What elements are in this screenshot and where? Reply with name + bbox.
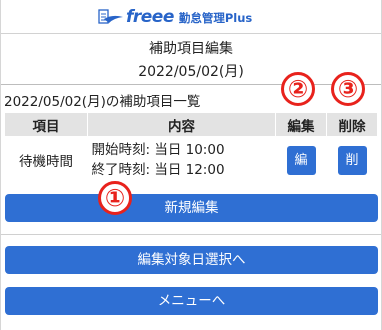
menu-button[interactable]: メニューへ	[5, 287, 378, 315]
item-name: 待機時間	[4, 136, 88, 184]
header-divider	[1, 33, 381, 34]
delete-button[interactable]: 削	[337, 145, 367, 175]
select-date-button[interactable]: 編集対象日選択へ	[5, 246, 378, 274]
freee-logo: freee 勤怠管理Plus	[98, 6, 252, 28]
column-header-delete: 削除	[326, 112, 378, 137]
edit-button[interactable]: 編	[286, 145, 316, 175]
button-divider	[1, 234, 381, 235]
logo-text: freee	[126, 7, 174, 27]
new-edit-button[interactable]: 新規編集	[5, 194, 378, 222]
column-header-content: 内容	[87, 112, 276, 137]
column-header-edit: 編集	[275, 112, 327, 137]
edit-cell: 編	[275, 136, 327, 184]
annotation-badge-1: ①	[98, 181, 132, 215]
item-start-time: 開始時刻: 当日 10:00	[91, 142, 225, 159]
logo-bar: freee 勤怠管理Plus	[0, 0, 382, 33]
annotation-badge-2: ②	[281, 72, 315, 106]
title-divider	[1, 84, 381, 85]
item-detail: 開始時刻: 当日 10:00 終了時刻: 当日 12:00	[87, 136, 276, 184]
item-end-time: 終了時刻: 当日 12:00	[91, 162, 225, 179]
page-date: 2022/05/02(月)	[138, 64, 244, 80]
column-header-item: 項目	[4, 112, 88, 137]
table-row: 待機時間 開始時刻: 当日 10:00 終了時刻: 当日 12:00 編 削	[4, 136, 378, 184]
annotation-badge-3: ③	[331, 72, 365, 106]
section-title: 2022/05/02(月)の補助項目一覧	[4, 94, 201, 110]
bird-logo-icon	[98, 9, 123, 24]
delete-cell: 削	[326, 136, 378, 184]
table-header-row: 項目 内容 編集 削除	[4, 112, 378, 137]
page-title: 補助項目編集	[149, 41, 233, 57]
items-table: 項目 内容 編集 削除 待機時間 開始時刻: 当日 10:00 終了時刻: 当日…	[4, 112, 378, 184]
logo-subtitle: 勤怠管理Plus	[178, 11, 253, 25]
